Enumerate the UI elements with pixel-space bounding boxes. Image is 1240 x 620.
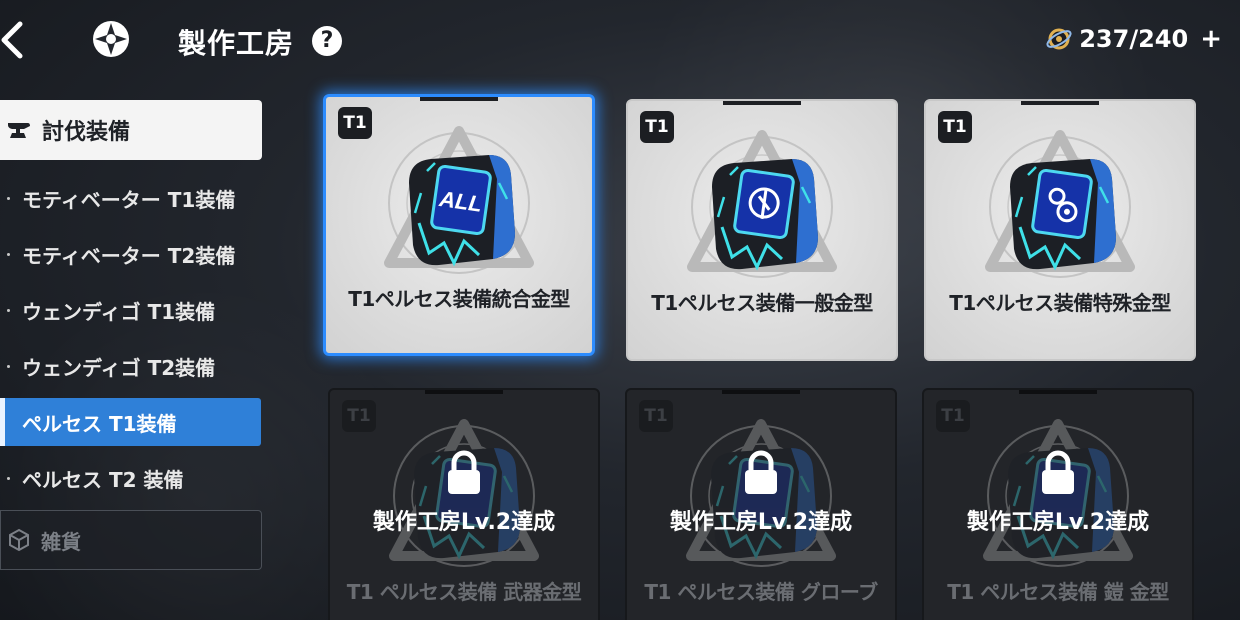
card-notch (420, 97, 498, 101)
tier-badge: T1 (938, 111, 972, 143)
tier-badge: T1 (936, 400, 970, 432)
mold-card-general[interactable]: T1 T1ペルセス装備一般金型 (626, 99, 898, 361)
mold-card-weapon[interactable]: T1 製作工房Lv.2達成 T1 ペルセス装備 武器金型 (328, 388, 600, 620)
tier-badge: T1 (342, 400, 376, 432)
mold-card-glove[interactable]: T1 製作工房Lv.2達成 T1 ペルセス装備 グローブ (625, 388, 897, 620)
anvil-icon (8, 123, 30, 138)
card-notch (723, 101, 801, 105)
tier-badge: T1 (338, 107, 372, 139)
card-name: T1 ペルセス装備 鎧 金型 (947, 580, 1169, 604)
category-hunting-gear[interactable]: 討伐装備 (0, 100, 262, 160)
card-notch (1019, 390, 1097, 394)
card-notch (1021, 101, 1099, 105)
unlock-requirement: 製作工房Lv.2達成 (966, 510, 1150, 535)
help-button[interactable]: ? (312, 26, 342, 56)
unlock-requirement: 製作工房Lv.2達成 (669, 510, 853, 535)
category-misc[interactable]: 雑貨 (0, 510, 262, 570)
sidebar-item-wendigo-t1[interactable]: ウェンディゴ T1装備 (0, 282, 262, 338)
stamina-value: 237/240 (1079, 25, 1189, 53)
sidebar-item-perses-t2[interactable]: ペルセス T2 装備 (0, 450, 262, 506)
lock-icon (1042, 450, 1074, 494)
card-name: T1ペルセス装備特殊金型 (949, 291, 1171, 315)
sidebar-item-wendigo-t2[interactable]: ウェンディゴ T2装備 (0, 338, 262, 394)
integrated-mold-icon: ALL (369, 123, 549, 283)
lock-overlay: 製作工房Lv.2達成 (330, 450, 598, 536)
tier-badge: T1 (639, 400, 673, 432)
lock-overlay: 製作工房Lv.2達成 (627, 450, 895, 536)
lock-overlay: 製作工房Lv.2達成 (924, 450, 1192, 536)
lock-icon (745, 450, 777, 494)
category-label: 雑貨 (41, 529, 81, 554)
sidebar-item-motivator-t2[interactable]: モティベーター T2装備 (0, 226, 262, 282)
card-name: T1ペルセス装備一般金型 (651, 291, 873, 315)
back-button[interactable] (0, 20, 30, 60)
mold-card-special[interactable]: T1 T1ペルセス装備特殊金型 (924, 99, 1196, 361)
top-bar: 製作工房 ? 237/240 + (0, 0, 1240, 80)
box-icon (9, 528, 29, 552)
chevron-left-icon (1, 21, 23, 59)
mold-card-armor[interactable]: T1 製作工房Lv.2達成 T1 ペルセス装備 鎧 金型 (922, 388, 1194, 620)
page-title: 製作工房 (178, 27, 295, 60)
card-name: T1 ペルセス装備 武器金型 (346, 580, 582, 604)
workshop-emblem-icon (90, 18, 132, 60)
stamina-counter: 237/240 + (1045, 24, 1222, 54)
lock-icon (448, 450, 480, 494)
special-mold-icon (970, 127, 1150, 287)
card-notch (722, 390, 800, 394)
card-name: T1 ペルセス装備 グローブ (644, 580, 878, 604)
general-mold-icon (672, 127, 852, 287)
card-notch (425, 390, 503, 394)
tier-badge: T1 (640, 111, 674, 143)
sidebar: 討伐装備 モティベーター T1装備 モティベーター T2装備 ウェンディゴ T1… (0, 100, 262, 570)
add-stamina-button[interactable]: + (1200, 24, 1222, 54)
mold-card-integrated[interactable]: T1 ALL T1ペルセス装備統合金型 (323, 94, 595, 356)
stamina-icon (1046, 28, 1072, 50)
subcategory-list: モティベーター T1装備 モティベーター T2装備 ウェンディゴ T1装備 ウェ… (0, 170, 262, 506)
sidebar-item-perses-t1[interactable]: ペルセス T1装備 (0, 398, 261, 446)
unlock-requirement: 製作工房Lv.2達成 (372, 510, 556, 535)
sidebar-item-motivator-t1[interactable]: モティベーター T1装備 (0, 170, 262, 226)
card-name: T1ペルセス装備統合金型 (348, 287, 570, 311)
category-label: 討伐装備 (42, 120, 131, 145)
